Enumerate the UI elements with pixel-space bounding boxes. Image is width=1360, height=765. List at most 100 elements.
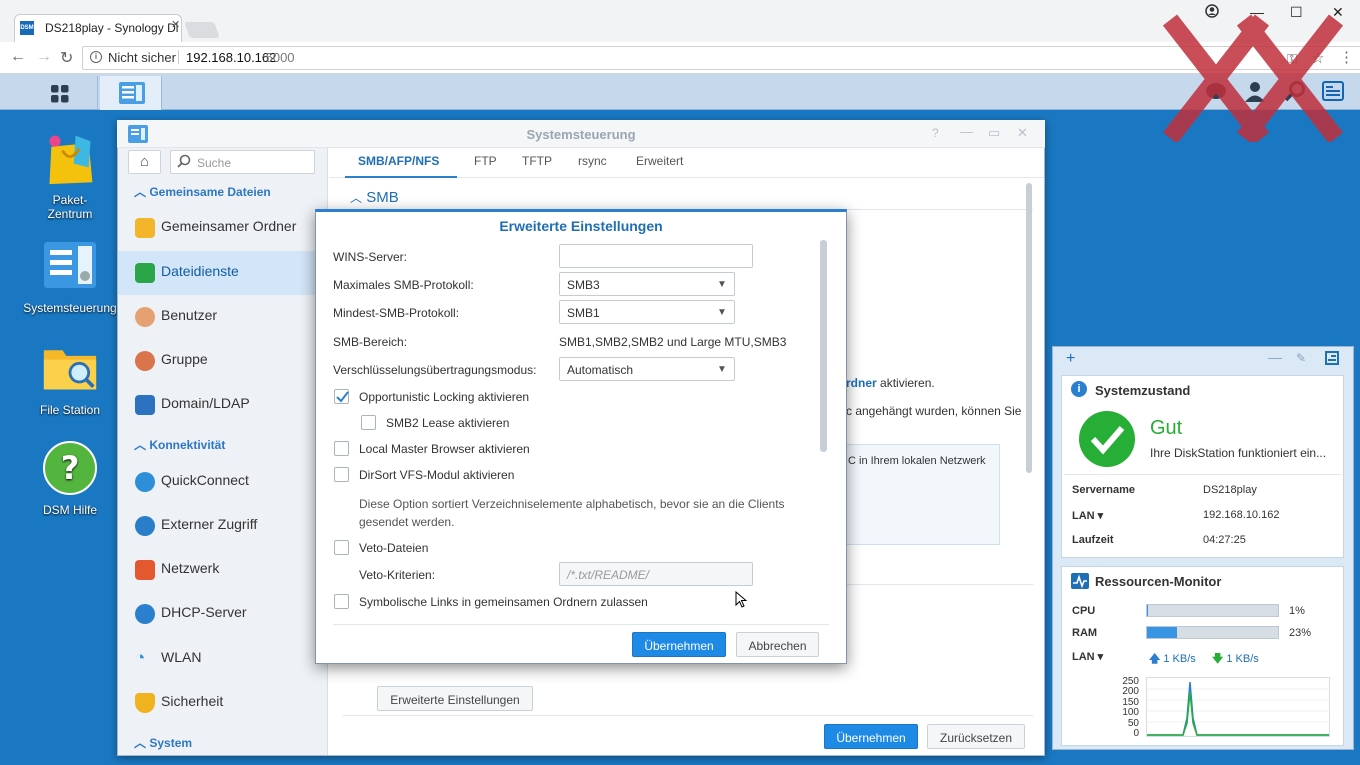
reset-button[interactable]: Zurücksetzen — [927, 724, 1025, 749]
encryption-select[interactable]: Automatisch — [559, 357, 735, 381]
max-smb-select[interactable]: SMB3 — [559, 272, 735, 296]
maximize-window-icon[interactable]: ▭ — [988, 125, 1000, 141]
not-secure-label: Nicht sicher — [108, 50, 176, 65]
reload-icon[interactable]: ↻ — [60, 48, 73, 68]
window-title: Systemsteuerung — [117, 120, 1045, 148]
globe-icon — [135, 516, 155, 536]
health-status: Gut — [1150, 417, 1183, 439]
svg-text:?: ? — [61, 449, 80, 487]
lan-ip-value: 192.168.10.162 — [1203, 509, 1280, 521]
chevron-down-icon: ▼ — [717, 364, 727, 375]
forward-arrow-icon[interactable]: → — [36, 48, 52, 66]
resource-monitor-title: Ressourcen-Monitor — [1095, 574, 1222, 589]
close-window-icon[interactable]: ✕ — [1017, 125, 1028, 141]
section-shared-files[interactable]: ︿ Gemeinsame Dateien — [134, 183, 271, 200]
main-menu-button[interactable] — [20, 76, 98, 110]
user-icon — [135, 307, 155, 327]
home-button[interactable]: ⌂ — [128, 150, 161, 174]
desktop-icon-label: DSM Hilfe — [42, 503, 97, 517]
uptime-label: Laufzeit — [1072, 534, 1114, 546]
active-tab-underline — [345, 176, 457, 178]
wifi-icon: ◔ — [135, 648, 146, 667]
tab-advanced[interactable]: Erweitert — [636, 154, 683, 168]
add-widget-icon[interactable]: + — [1066, 350, 1075, 368]
dialog-apply-button[interactable]: Übernehmen — [632, 632, 726, 657]
dirsort-label: DirSort VFS-Modul aktivieren — [359, 468, 515, 482]
local-master-checkbox[interactable] — [334, 441, 349, 456]
smb-range-label: SMB-Bereich: — [333, 335, 408, 349]
apply-button[interactable]: Übernehmen — [824, 724, 918, 749]
bg-text-3: C in Ihrem lokalen Netzwerk — [848, 455, 986, 467]
wins-server-label: WINS-Server: — [333, 250, 408, 264]
quickconnect-icon — [135, 472, 155, 492]
browser-tab-dsm[interactable]: DS218play - Synology Di — [14, 14, 182, 42]
arrow-down-icon: 🡇 — [1212, 653, 1224, 665]
dialog-scrollbar[interactable] — [820, 240, 827, 452]
info-icon: i — [1071, 381, 1087, 397]
symlinks-label: Symbolische Links in gemeinsamen Ordnern… — [359, 595, 648, 609]
desktop-icon-label: Paket- Zentrum — [47, 193, 93, 221]
chevron-up-icon: ︿ — [350, 191, 363, 205]
desktop-icon-dsm-help[interactable]: ? DSM Hilfe — [22, 440, 118, 517]
graph-y-ticks: 250 200 150 100 50 0 — [1113, 676, 1139, 740]
main-scrollbar[interactable] — [1026, 183, 1032, 473]
dirsort-checkbox[interactable] — [334, 467, 349, 482]
watermark-logo — [1162, 14, 1344, 145]
tab-tftp[interactable]: TFTP — [522, 154, 552, 168]
download-rate: 🡇 1 KB/s — [1212, 653, 1259, 665]
help-icon: ? — [43, 441, 97, 495]
info-icon[interactable]: i — [90, 51, 102, 63]
panel-toggle-icon[interactable] — [1325, 351, 1339, 368]
symlinks-checkbox[interactable] — [334, 594, 349, 609]
pin-icon[interactable]: ✎ — [1296, 351, 1306, 365]
veto-files-checkbox[interactable] — [334, 540, 349, 555]
y-tick: 0 — [1133, 728, 1139, 740]
min-smb-label: Mindest-SMB-Protokoll: — [333, 306, 460, 320]
ok-check-icon — [1078, 410, 1136, 471]
desktop-icon-label: Systemsteuerung — [23, 301, 117, 315]
encryption-label: Verschlüsselungsübertragungsmodus: — [333, 363, 537, 377]
smb2-lease-checkbox[interactable] — [361, 415, 376, 430]
smb-section-heading[interactable]: ︿ SMB — [350, 189, 399, 206]
back-arrow-icon[interactable]: ← — [10, 48, 26, 66]
network-graph-lines — [1147, 681, 1329, 736]
dhcp-icon — [135, 604, 155, 624]
window-app-icon — [128, 125, 148, 146]
lan-rate-dropdown[interactable]: LAN ▾ — [1072, 650, 1103, 663]
divider — [343, 715, 1033, 716]
lan-dropdown[interactable]: LAN ▾ — [1072, 509, 1103, 522]
desktop-icon-package-center[interactable]: Paket- Zentrum — [22, 130, 118, 221]
tab-ftp[interactable]: FTP — [474, 154, 497, 168]
ram-label: RAM — [1072, 627, 1098, 639]
minimize-panel-icon[interactable]: — — [1268, 349, 1282, 365]
tab-rsync[interactable]: rsync — [578, 154, 607, 168]
url-divider — [178, 50, 179, 64]
upload-rate: 🡅 1 KB/s — [1149, 653, 1196, 665]
new-tab-button[interactable] — [184, 22, 220, 38]
desktop-icon-control-panel[interactable]: Systemsteuerung — [22, 238, 118, 315]
veto-criteria-input[interactable]: /*.txt/README/ — [559, 562, 753, 586]
dialog-cancel-button[interactable]: Abbrechen — [736, 632, 819, 657]
min-smb-select[interactable]: SMB1 — [559, 300, 735, 324]
home-icon: ⌂ — [139, 153, 150, 170]
arrow-up-icon: 🡅 — [1149, 653, 1161, 665]
checkmark-icon — [336, 391, 349, 403]
desktop-icon-file-station[interactable]: File Station — [22, 340, 118, 417]
network-icon — [135, 560, 155, 580]
section-connectivity[interactable]: ︿ Konnektivität — [134, 436, 225, 453]
advanced-settings-button[interactable]: Erweiterte Einstellungen — [377, 686, 533, 711]
wins-server-input[interactable] — [559, 244, 753, 268]
folder-search-icon — [43, 350, 97, 390]
tab-smb-afp-nfs[interactable]: SMB/AFP/NFS — [358, 154, 439, 168]
folder-icon — [135, 218, 155, 238]
section-system[interactable]: ︿ System — [134, 734, 192, 751]
sidebar-item-wlan[interactable]: WLAN — [118, 637, 320, 681]
oplock-checkbox[interactable] — [334, 389, 349, 404]
search-input[interactable]: Suche — [170, 150, 315, 174]
help-window-icon[interactable]: ? — [932, 126, 939, 140]
tab-close-icon[interactable]: ✕ — [171, 18, 180, 31]
group-icon — [135, 351, 155, 371]
cpu-label: CPU — [1072, 605, 1096, 617]
taskbar-control-panel-button[interactable] — [100, 76, 162, 110]
minimize-window-icon[interactable]: — — [960, 124, 973, 139]
